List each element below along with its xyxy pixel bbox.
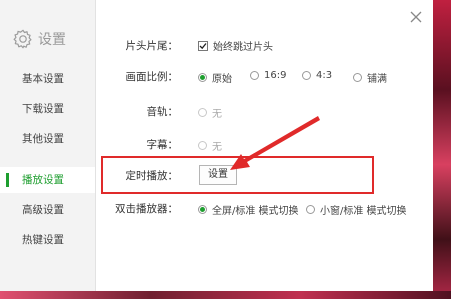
radio-button[interactable] <box>306 205 315 214</box>
radio-button[interactable] <box>198 205 207 214</box>
skip-intro-label: 片头片尾： <box>125 40 179 52</box>
skip-intro-checkbox[interactable]: 始终跳过片头 <box>198 38 273 53</box>
aspect-option-16-9: 16:9 <box>264 70 287 81</box>
radio-button[interactable] <box>198 73 207 82</box>
aspect-radio-original[interactable]: 原始 <box>198 70 232 85</box>
aspect-option-fill: 铺满 <box>367 74 387 85</box>
settings-dialog: 设置 基本设置 下载设置 其他设置 播放设置 高级设置 热键设置 片头片尾： 始… <box>0 0 433 291</box>
double-click-label: 双击播放器： <box>115 203 178 215</box>
check-icon <box>199 42 207 49</box>
sidebar-item-playback[interactable]: 播放设置 <box>0 167 95 193</box>
aspect-radio-4-3[interactable]: 4:3 <box>302 70 332 81</box>
sidebar-item-advanced[interactable]: 高级设置 <box>0 197 95 223</box>
radio-button[interactable] <box>302 71 311 80</box>
radio-button <box>198 141 207 150</box>
aspect-option-4-3: 4:3 <box>316 70 333 81</box>
sidebar-item-other[interactable]: 其他设置 <box>0 126 95 152</box>
double-click-option-miniwindow: 小窗/标准 模式切换 <box>320 206 407 217</box>
double-click-radio-miniwindow[interactable]: 小窗/标准 模式切换 <box>306 202 407 217</box>
sidebar-item-download[interactable]: 下载设置 <box>0 96 95 122</box>
aspect-option-original: 原始 <box>212 74 232 85</box>
close-icon[interactable] <box>409 10 423 24</box>
background-edge <box>433 0 451 299</box>
gear-icon <box>13 29 32 49</box>
sidebar-title: 设置 <box>12 28 66 50</box>
sidebar-title-text: 设置 <box>38 32 66 48</box>
subtitle-label: 字幕： <box>146 139 179 151</box>
background-bottom <box>0 291 451 299</box>
checkbox-box[interactable] <box>198 40 208 51</box>
aspect-radio-fill[interactable]: 铺满 <box>353 70 387 85</box>
radio-button[interactable] <box>353 73 362 82</box>
double-click-option-fullscreen: 全屏/标准 模式切换 <box>212 206 299 217</box>
radio-button[interactable] <box>250 71 259 80</box>
skip-intro-option: 始终跳过片头 <box>213 42 273 53</box>
aspect-radio-16-9[interactable]: 16:9 <box>250 70 286 81</box>
annotation-arrow <box>230 116 320 170</box>
settings-sidebar: 设置 基本设置 下载设置 其他设置 播放设置 高级设置 热键设置 <box>0 0 96 291</box>
sidebar-item-hotkeys[interactable]: 热键设置 <box>0 227 95 253</box>
subtitle-radio-none: 无 <box>198 138 222 153</box>
audio-radio-none: 无 <box>198 105 222 120</box>
aspect-label: 画面比例： <box>125 71 179 83</box>
radio-button <box>198 108 207 117</box>
double-click-radio-fullscreen[interactable]: 全屏/标准 模式切换 <box>198 202 299 217</box>
sidebar-item-basic[interactable]: 基本设置 <box>0 66 95 92</box>
audio-label: 音轨： <box>146 106 179 118</box>
